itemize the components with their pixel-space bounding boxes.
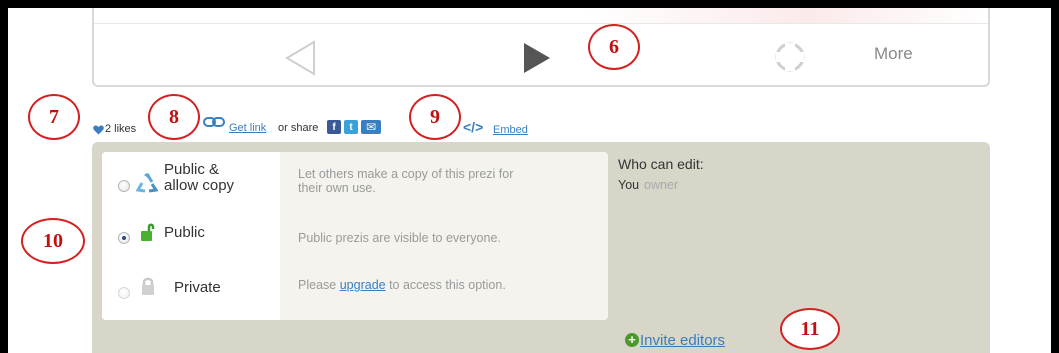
option-desc-public-allow-copy: Let others make a copy of this prezi for… — [298, 167, 514, 195]
likes-count: 2 likes — [105, 123, 137, 135]
fullscreen-icon — [775, 42, 805, 72]
callout-9: 9 — [409, 94, 461, 140]
play-icon — [524, 43, 550, 73]
upgrade-link[interactable]: upgrade — [340, 278, 386, 292]
screenshot-canvas: More 6 7 8 9 10 11 2 likes Get link or s… — [8, 8, 1051, 353]
facebook-icon: f — [332, 121, 336, 133]
who-can-edit-title: Who can edit: — [618, 156, 704, 172]
fullscreen-button[interactable] — [774, 41, 806, 78]
recycle-icon — [136, 173, 158, 193]
callout-6: 6 — [588, 24, 640, 70]
twitter-share-button[interactable]: t — [344, 120, 358, 134]
sharing-settings-panel: Public & allow copy Public Private Let o… — [92, 142, 990, 353]
or-share-label: or share — [278, 122, 319, 134]
presentation-preview-edge — [94, 8, 988, 24]
option-desc-public: Public prezis are visible to everyone. — [298, 231, 501, 245]
plus-icon: + — [625, 333, 639, 347]
option-desc-private: Please upgrade to access this option. — [298, 278, 506, 292]
radio-public[interactable] — [118, 232, 130, 244]
previous-button[interactable] — [284, 40, 318, 81]
callout-8: 8 — [148, 94, 200, 140]
radio-private — [118, 287, 130, 299]
more-button[interactable]: More — [874, 44, 913, 64]
get-link[interactable]: Get link — [229, 122, 266, 134]
twitter-icon: t — [349, 121, 353, 133]
link-icon — [203, 117, 225, 127]
play-button[interactable] — [522, 41, 552, 80]
option-label-private: Private — [174, 279, 221, 296]
callout-7: 7 — [28, 94, 80, 140]
embed-link[interactable]: Embed — [493, 124, 528, 136]
email-share-button[interactable]: ✉ — [361, 120, 381, 134]
unlock-icon — [141, 223, 155, 241]
option-label-public: Public — [164, 224, 205, 241]
player-controls-bar: More — [92, 8, 990, 87]
privacy-options: Public & allow copy Public Private Let o… — [102, 152, 608, 320]
callout-10: 10 — [21, 218, 85, 264]
editor-name: You — [618, 178, 640, 192]
embed-icon: </> — [463, 119, 484, 135]
callout-11: 11 — [780, 308, 840, 350]
option-label-public-allow-copy: Public & allow copy — [164, 161, 235, 194]
email-icon: ✉ — [365, 120, 377, 134]
heart-icon — [93, 125, 104, 135]
previous-icon — [285, 40, 315, 76]
radio-public-allow-copy[interactable] — [118, 180, 130, 192]
lock-icon — [142, 277, 154, 295]
invite-editors-link[interactable]: Invite editors — [640, 332, 725, 349]
privacy-option-labels: Public & allow copy Public Private — [102, 152, 280, 320]
editor-role: owner — [644, 178, 679, 192]
facebook-share-button[interactable]: f — [327, 120, 341, 134]
